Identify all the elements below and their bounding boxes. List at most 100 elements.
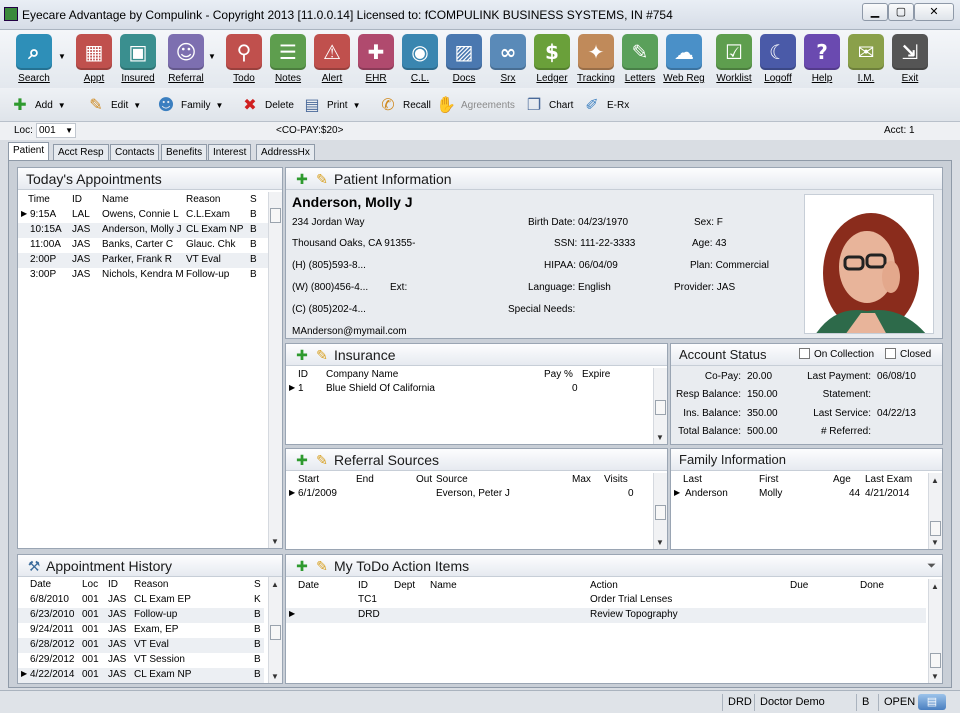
print-button[interactable]: ▤ Print ▼ <box>302 96 360 114</box>
table-row[interactable]: TC1 Order Trial Lenses <box>286 593 926 608</box>
toolbar-alert-button[interactable]: ⚠ Alert <box>310 34 354 84</box>
scroll-down-icon[interactable]: ▼ <box>656 538 664 547</box>
table-row[interactable]: 6/29/2012 001 JAS VT Session B <box>18 653 264 668</box>
scroll-thumb[interactable] <box>930 521 941 536</box>
table-row[interactable]: ▶ DRD Review Topography <box>286 608 926 623</box>
column-header[interactable]: Dept <box>394 580 415 591</box>
table-row[interactable]: ▶ Anderson Molly 44 4/21/2014 <box>671 487 926 502</box>
column-header[interactable]: Date <box>298 580 319 591</box>
scrollbar[interactable]: ▼ <box>268 192 282 548</box>
add-icon[interactable]: ✚ <box>294 345 310 367</box>
toolbar-help-button[interactable]: ? Help <box>800 34 844 84</box>
toolbar-appt-button[interactable]: ▦ Appt <box>72 34 116 84</box>
column-header[interactable]: Age <box>833 474 851 485</box>
table-row[interactable]: 9/24/2011 001 JAS Exam, EP B <box>18 623 264 638</box>
column-header[interactable]: Name <box>102 194 129 205</box>
table-row[interactable]: 6/28/2012 001 JAS VT Eval B <box>18 638 264 653</box>
column-header[interactable]: Name <box>430 580 457 591</box>
pencil-icon[interactable]: ✎ <box>314 345 330 367</box>
column-header[interactable]: First <box>759 474 778 485</box>
scrollbar[interactable]: ▼ <box>653 368 667 444</box>
table-row[interactable]: 10:15A JAS Anderson, Molly J CL Exam NP B <box>18 223 268 238</box>
printer-status-icon[interactable]: ▤ <box>918 694 946 710</box>
toolbar-worklist-button[interactable]: ☑ Worklist <box>712 34 756 84</box>
scrollbar[interactable]: ▼ <box>653 473 667 549</box>
scroll-up-icon[interactable]: ▲ <box>271 580 279 589</box>
pencil-icon[interactable]: ✎ <box>314 556 330 578</box>
scroll-down-icon[interactable]: ▼ <box>931 672 939 681</box>
toolbar-ehr-button[interactable]: ✚ EHR <box>354 34 398 84</box>
column-header[interactable]: End <box>356 474 374 485</box>
column-header[interactable]: Pay % <box>544 369 573 380</box>
location-select[interactable]: 001 ▼ <box>36 123 76 138</box>
toolbar-referral-button[interactable]: ☺ Referral <box>164 34 208 84</box>
table-row[interactable]: ▶ 4/22/2014 001 JAS CL Exam NP B <box>18 668 264 683</box>
column-header[interactable]: Date <box>30 579 51 590</box>
toolbar-letters-button[interactable]: ✎ Letters <box>618 34 662 84</box>
add-icon[interactable]: ✚ <box>294 450 310 472</box>
column-header[interactable]: Expire <box>582 369 610 380</box>
column-header[interactable]: Out <box>416 474 432 485</box>
toolbar-srx-button[interactable]: ∞ Srx <box>486 34 530 84</box>
checkbox-box[interactable] <box>885 348 896 359</box>
tab-addresshx[interactable]: AddressHx <box>256 144 315 161</box>
scroll-down-icon[interactable]: ▼ <box>931 538 939 547</box>
add-icon[interactable]: ✚ <box>294 556 310 578</box>
toolbar-docs-button[interactable]: ▨ Docs <box>442 34 486 84</box>
toolbar-search-button[interactable]: ⌕ Search <box>12 34 56 84</box>
scrollbar[interactable]: ▲ ▼ <box>928 473 942 549</box>
toolbar-logoff-button[interactable]: ☾ Logoff <box>756 34 800 84</box>
toolbar-insured-button[interactable]: ▣ Insured <box>116 34 160 84</box>
chart-button[interactable]: ❐ Chart <box>524 96 574 114</box>
scroll-up-icon[interactable]: ▲ <box>931 476 939 485</box>
column-header[interactable]: Company Name <box>326 369 398 380</box>
pencil-icon[interactable]: ✎ <box>314 169 330 191</box>
scroll-thumb[interactable] <box>655 400 666 415</box>
toolbar-ledger-button[interactable]: $ Ledger <box>530 34 574 84</box>
column-header[interactable]: Last Exam <box>865 474 912 485</box>
toolbar-todo-button[interactable]: ⚲ Todo <box>222 34 266 84</box>
patient-photo[interactable] <box>804 194 934 334</box>
column-header[interactable]: ID <box>298 369 308 380</box>
filter-icon[interactable]: ⏷ <box>927 555 936 577</box>
scroll-thumb[interactable] <box>270 625 281 640</box>
edit-button[interactable]: ✎ Edit ▼ <box>86 96 141 114</box>
toolbar-c-l-button[interactable]: ◉ C.L. <box>398 34 442 84</box>
column-header[interactable]: Time <box>28 194 50 205</box>
agreements-button[interactable]: ✋ Agreements <box>436 96 515 114</box>
column-header[interactable]: Reason <box>134 579 168 590</box>
column-header[interactable]: Action <box>590 580 618 591</box>
column-header[interactable]: ID <box>72 194 82 205</box>
column-header[interactable]: ID <box>108 579 118 590</box>
dropdown-arrow-icon[interactable]: ▼ <box>208 52 216 61</box>
scroll-down-icon[interactable]: ▼ <box>271 672 279 681</box>
table-row[interactable]: 6/23/2010 001 JAS Follow-up B <box>18 608 264 623</box>
column-header[interactable]: S <box>250 194 257 205</box>
toolbar-tracking-button[interactable]: ✦ Tracking <box>574 34 618 84</box>
column-header[interactable]: ID <box>358 580 368 591</box>
tab-interest[interactable]: Interest <box>208 144 252 161</box>
maximize-button[interactable]: ▢ <box>888 3 914 21</box>
table-row[interactable]: 6/8/2010 001 JAS CL Exam EP K <box>18 593 264 608</box>
closed-checkbox[interactable]: Closed <box>885 348 931 360</box>
toolbar-notes-button[interactable]: ☰ Notes <box>266 34 310 84</box>
minimize-button[interactable]: ▁ <box>862 3 888 21</box>
column-header[interactable]: Done <box>860 580 884 591</box>
column-header[interactable]: Reason <box>186 194 220 205</box>
close-button[interactable]: ✕ <box>914 3 954 21</box>
table-row[interactable]: 11:00A JAS Banks, Carter C Glauc. Chk B <box>18 238 268 253</box>
column-header[interactable]: Loc <box>82 579 98 590</box>
table-row[interactable]: 3:00P JAS Nichols, Kendra M Follow-up B <box>18 268 268 283</box>
column-header[interactable]: S <box>254 579 261 590</box>
scrollbar[interactable]: ▲ ▼ <box>928 579 942 683</box>
tab-acct-resp[interactable]: Acct Resp <box>53 144 109 161</box>
delete-button[interactable]: ✖ Delete <box>240 96 294 114</box>
tab-patient[interactable]: Patient <box>8 142 50 161</box>
scroll-down-icon[interactable]: ▼ <box>271 537 279 546</box>
toolbar-exit-button[interactable]: ⇲ Exit <box>888 34 932 84</box>
scroll-down-icon[interactable]: ▼ <box>656 433 664 442</box>
scrollbar[interactable]: ▲ ▼ <box>268 577 282 683</box>
toolbar-i-m-button[interactable]: ✉ I.M. <box>844 34 888 84</box>
recall-button[interactable]: ✆ Recall <box>378 96 431 114</box>
column-header[interactable]: Max <box>572 474 591 485</box>
